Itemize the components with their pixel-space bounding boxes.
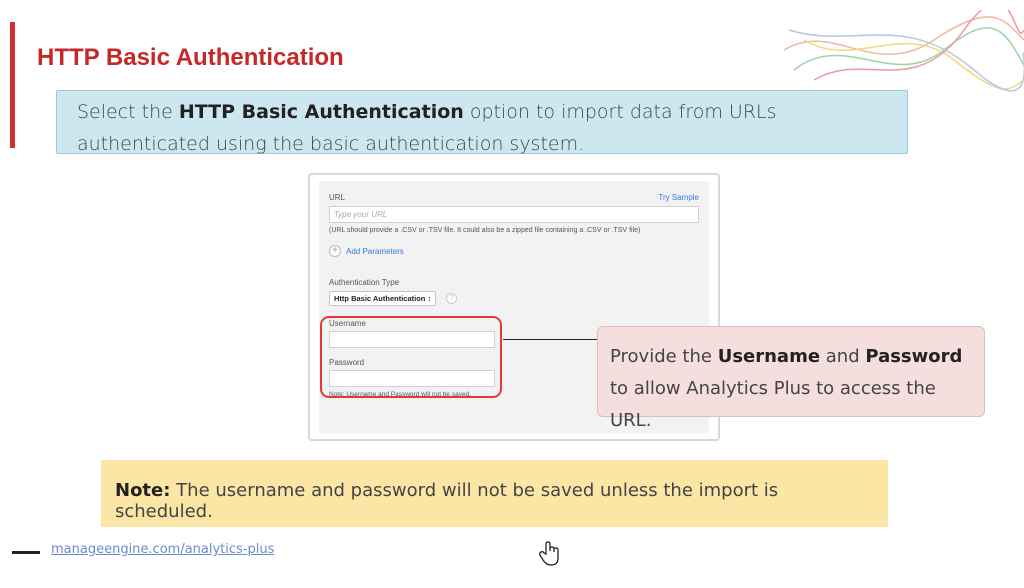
credentials-highlight bbox=[320, 316, 502, 398]
decorative-wave-lines bbox=[784, 10, 1024, 92]
note-box: Note: The username and password will not… bbox=[101, 460, 888, 527]
hand-pointer-icon bbox=[539, 541, 559, 566]
note-text: The username and password will not be sa… bbox=[115, 480, 779, 522]
slide-title: HTTP Basic Authentication bbox=[37, 44, 344, 71]
callout-part1: Provide the bbox=[610, 346, 718, 367]
note-label: Note: bbox=[115, 480, 171, 501]
auth-type-select[interactable]: Http Basic Authentication ↕ bbox=[329, 291, 437, 306]
auth-type-label: Authentication Type bbox=[329, 278, 400, 287]
footer-dash bbox=[12, 551, 40, 554]
callout-connector-line bbox=[503, 339, 598, 340]
url-input[interactable]: Type your URL bbox=[329, 206, 699, 223]
url-hint: (URL should provide a .CSV or .TSV file.… bbox=[329, 227, 641, 234]
credentials-callout: Provide the Username and Password to all… bbox=[597, 326, 985, 431]
callout-username: Username bbox=[717, 346, 821, 367]
intro-box: Select the HTTP Basic Authentication opt… bbox=[56, 90, 908, 155]
add-parameters-button[interactable]: + Add Parameters bbox=[329, 245, 699, 257]
footer-link[interactable]: manageengine.com/analytics-plus bbox=[51, 542, 274, 557]
try-sample-link[interactable]: Try Sample bbox=[658, 193, 699, 202]
add-parameters-label: Add Parameters bbox=[346, 246, 404, 256]
url-label: URL bbox=[329, 193, 346, 202]
callout-password: Password bbox=[865, 346, 963, 367]
intro-prefix: Select the bbox=[77, 101, 179, 123]
question-circle-icon[interactable]: ? bbox=[446, 293, 458, 304]
callout-part2: and bbox=[820, 346, 866, 367]
intro-bold: HTTP Basic Authentication bbox=[178, 101, 464, 123]
plus-circle-icon: + bbox=[329, 245, 341, 257]
title-accent-bar bbox=[10, 22, 15, 148]
auth-type-row: Http Basic Authentication ↕ ? bbox=[329, 291, 699, 306]
url-label-row: URL Try Sample bbox=[329, 193, 699, 202]
